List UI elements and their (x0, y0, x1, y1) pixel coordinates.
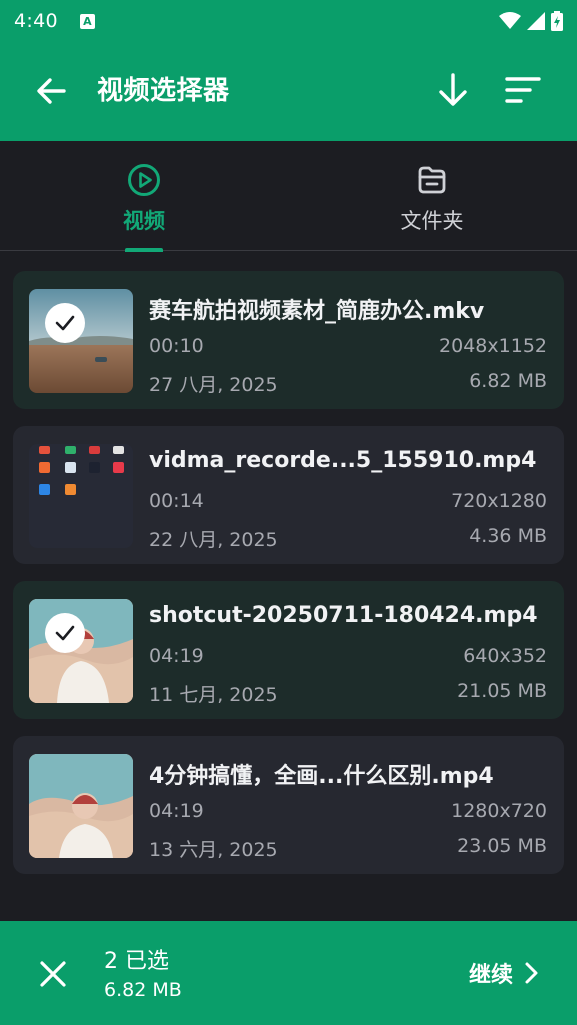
video-resolution: 720x1280 (451, 490, 547, 512)
selected-count: 2 已选 (104, 949, 169, 974)
status-time: 4:40 (14, 10, 58, 32)
signal-icon (527, 12, 545, 30)
video-duration: 00:14 (149, 490, 204, 512)
tab-active-indicator (125, 248, 163, 252)
back-arrow-icon[interactable] (34, 74, 68, 108)
video-thumbnail (29, 599, 133, 703)
video-resolution: 640x352 (463, 645, 547, 667)
status-icons (499, 11, 563, 31)
video-duration: 04:19 (149, 645, 204, 667)
sort-icon[interactable] (504, 74, 542, 106)
video-size: 6.82 MB (469, 370, 547, 392)
notification-icon: A (79, 13, 95, 29)
video-thumbnail (29, 754, 133, 858)
video-card[interactable]: 赛车航拍视频素材_简鹿办公.mkv 00:10 2048x1152 27 八月,… (13, 271, 564, 409)
play-circle-icon (128, 164, 160, 196)
tab-folders-label: 文件夹 (400, 209, 464, 233)
tab-videos[interactable]: 视频 (84, 141, 204, 252)
video-thumbnail (29, 289, 133, 393)
video-size: 21.05 MB (457, 680, 547, 702)
video-name: shotcut-20250711-180424.mp4 (149, 603, 538, 628)
tab-folders[interactable]: 文件夹 (372, 141, 492, 251)
selected-size: 6.82 MB (104, 979, 182, 1001)
close-icon[interactable] (36, 957, 70, 991)
continue-button[interactable]: 继续 (469, 957, 539, 989)
wifi-icon (499, 12, 521, 29)
video-list: 赛车航拍视频素材_简鹿办公.mkv 00:10 2048x1152 27 八月,… (13, 271, 564, 891)
video-date: 11 七月, 2025 (149, 684, 278, 706)
chevron-right-icon (525, 962, 538, 984)
video-size: 4.36 MB (469, 525, 547, 547)
video-card[interactable]: vidma_recorde...5_155910.mp4 00:14 720x1… (13, 426, 564, 564)
folder-icon (418, 166, 446, 194)
tab-videos-label: 视频 (123, 209, 165, 233)
video-date: 13 六月, 2025 (149, 839, 278, 861)
video-card[interactable]: shotcut-20250711-180424.mp4 04:19 640x35… (13, 581, 564, 719)
video-duration: 00:10 (149, 335, 204, 357)
video-size: 23.05 MB (457, 835, 547, 857)
download-icon[interactable] (436, 72, 470, 108)
tab-bar: 视频 文件夹 (0, 141, 577, 252)
app-bar: 视频选择器 (0, 42, 577, 141)
battery-icon (551, 11, 563, 31)
video-name: 4分钟搞懂，全画...什么区别.mp4 (149, 764, 494, 789)
video-resolution: 2048x1152 (439, 335, 547, 357)
video-date: 22 八月, 2025 (149, 529, 278, 551)
video-resolution: 1280x720 (451, 800, 547, 822)
selected-check-icon (45, 613, 85, 653)
video-card[interactable]: 4分钟搞懂，全画...什么区别.mp4 04:19 1280x720 13 六月… (13, 736, 564, 874)
continue-label: 继续 (468, 963, 513, 988)
selected-check-icon (45, 303, 85, 343)
video-thumbnail (29, 444, 133, 548)
video-date: 27 八月, 2025 (149, 374, 278, 396)
video-name: 赛车航拍视频素材_简鹿办公.mkv (149, 299, 485, 324)
video-name: vidma_recorde...5_155910.mp4 (149, 448, 537, 473)
selection-bar: 2 已选 6.82 MB 继续 (0, 921, 577, 1025)
status-bar: 4:40 A (0, 0, 577, 42)
page-title: 视频选择器 (97, 76, 230, 106)
video-duration: 04:19 (149, 800, 204, 822)
